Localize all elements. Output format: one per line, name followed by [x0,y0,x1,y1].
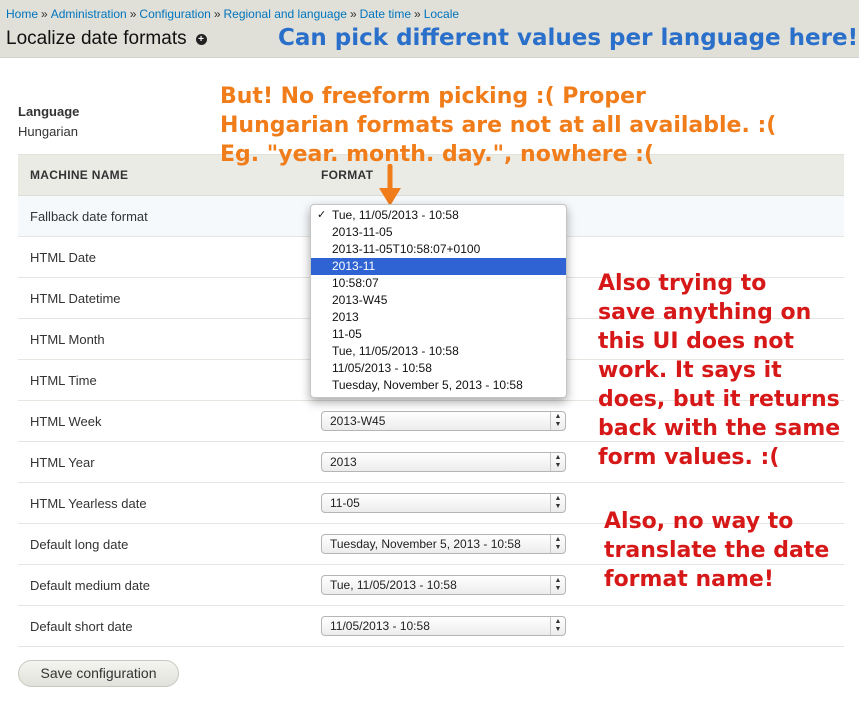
breadcrumb-separator: » [414,7,421,21]
breadcrumb-link-configuration[interactable]: Configuration [139,7,210,21]
format-select-value: 2013 [330,455,357,469]
breadcrumb-link-administration[interactable]: Administration [51,7,127,21]
dropdown-option[interactable]: 2013 [311,309,566,326]
select-arrows-icon: ▲▼ [550,535,565,553]
format-select[interactable]: 11/05/2013 - 10:58 ▲ ▼ [321,616,566,636]
format-dropdown-list: Tue, 11/05/2013 - 10:582013-11-052013-11… [310,204,567,398]
select-arrows-icon: ▲▼ [550,617,565,635]
row-machine-name: Fallback date format [30,209,148,224]
breadcrumb-separator: » [349,7,357,21]
breadcrumb-separator: » [41,7,48,21]
page-title: Localize date formats + [6,28,207,50]
dropdown-option[interactable]: 10:58:07 [311,275,566,292]
page-title-text: Localize date formats [6,28,187,49]
annotation-blue: Can pick different values per language h… [278,25,859,51]
dropdown-option[interactable]: 2013-W45 [311,292,566,309]
row-machine-name: HTML Week [30,414,102,429]
add-shortcut-icon[interactable]: + [195,33,207,45]
format-select-value: Tuesday, November 5, 2013 - 10:58 [330,537,521,551]
select-arrows-icon: ▲▼ [550,453,565,471]
dropdown-option[interactable]: Tuesday, November 5, 2013 - 10:58 [311,377,566,394]
format-select[interactable]: 2013-W45 ▲ ▼ [321,411,566,431]
arrow-down-icon [379,164,401,206]
language-value: Hungarian [18,124,78,139]
annotation-orange: But! No freeform picking :( Proper Hunga… [220,84,777,167]
select-arrows-icon: ▲▼ [550,576,565,594]
breadcrumb-link-regional[interactable]: Regional and language [224,7,347,21]
row-machine-name: Default short date [30,619,133,634]
annotation-red-translate: Also, no way to translate the date forma… [604,509,830,592]
dropdown-option[interactable]: 2013-11-05 [311,224,566,241]
language-label: Language [18,104,80,119]
row-machine-name: HTML Month [30,332,105,347]
select-arrows-icon: ▲▼ [550,412,565,430]
format-select[interactable]: Tuesday, November 5, 2013 - 10:58 ▲ ▼ [321,534,566,554]
row-machine-name: HTML Year [30,455,95,470]
format-select-value: 11-05 [330,496,360,510]
breadcrumb-link-home[interactable]: Home [6,7,38,21]
format-select[interactable]: 11-05 ▲ ▼ [321,493,566,513]
format-select-value: 11/05/2013 - 10:58 [330,619,430,633]
column-header-machine-name: MACHINE NAME [30,168,129,182]
save-configuration-button[interactable]: Save configuration [18,660,179,687]
format-select[interactable]: Tue, 11/05/2013 - 10:58 ▲▼ [321,575,566,595]
dropdown-option[interactable]: 2013-11 [311,258,566,275]
breadcrumb-link-date-time[interactable]: Date time [360,7,411,21]
row-machine-name: HTML Time [30,373,97,388]
breadcrumb: Home» Administration» Configuration» Region… [6,7,459,21]
dropdown-option[interactable]: 2013-11-05T10:58:07+0100 [311,241,566,258]
column-header-format: FORMAT [321,168,374,182]
format-select-value: Tue, 11/05/2013 - 10:58 [330,578,457,592]
dropdown-option[interactable]: Tue, 11/05/2013 - 10:58 [311,343,566,360]
row-machine-name: Default medium date [30,578,150,593]
row-machine-name: HTML Date [30,250,96,265]
breadcrumb-separator: » [213,7,221,21]
table-row: Default short date 11/05/2013 - 10:58 ▲ ▼ [18,606,844,647]
dropdown-option[interactable]: Tue, 11/05/2013 - 10:58 [311,207,566,224]
select-arrows-icon: ▲▼ [550,494,565,512]
row-machine-name: HTML Yearless date [30,496,147,511]
breadcrumb-link-locale[interactable]: Locale [424,7,459,21]
row-machine-name: HTML Datetime [30,291,121,306]
dropdown-option[interactable]: 11/05/2013 - 10:58 [311,360,566,377]
dropdown-option[interactable]: 11-05 [311,326,566,343]
format-select-value: 2013-W45 [330,414,386,428]
row-machine-name: Default long date [30,537,129,552]
breadcrumb-separator: » [129,7,137,21]
annotation-red-save: Also trying to save anything on this UI … [598,271,841,470]
format-select[interactable]: 2013 ▲ ▼ [321,452,566,472]
